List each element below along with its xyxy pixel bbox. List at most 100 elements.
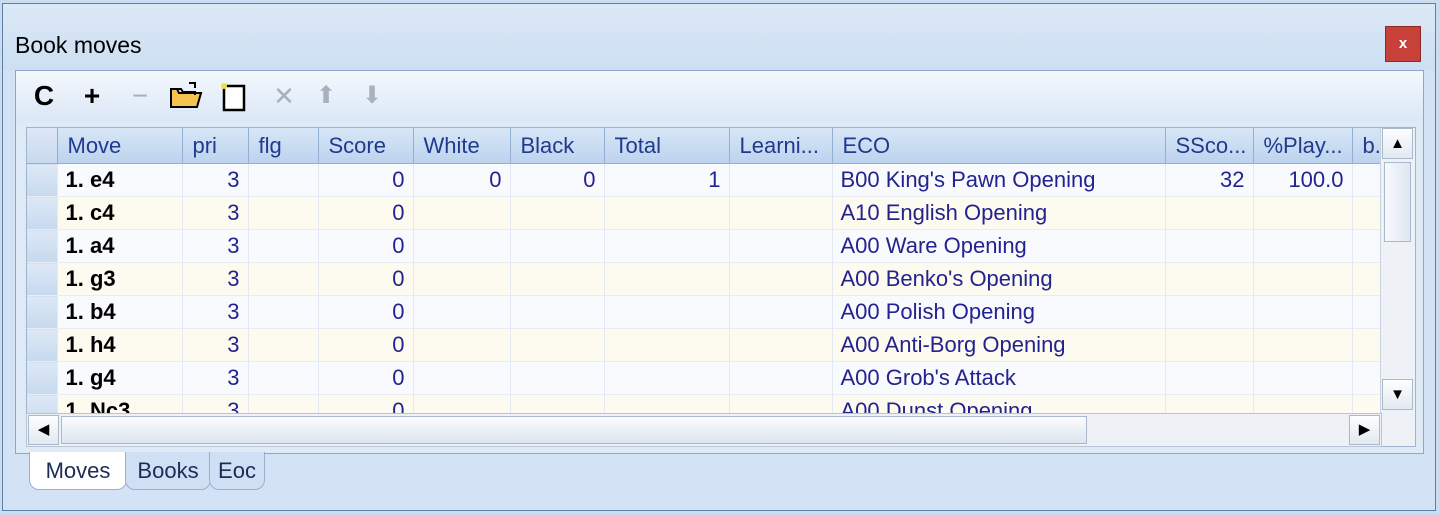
column-header-total[interactable]: Total: [604, 128, 730, 164]
cell-score: 0: [318, 328, 414, 362]
cell-played: 100.0: [1253, 163, 1353, 197]
cell-white: [413, 262, 511, 296]
column-header-pri[interactable]: pri: [182, 128, 249, 164]
open-button[interactable]: [168, 79, 204, 113]
book-moves-grid: Move pri flg Score White Black Total Lea…: [26, 127, 1416, 447]
column-header-move[interactable]: Move: [57, 128, 183, 164]
row-selector[interactable]: [27, 262, 58, 296]
cell-flg: [248, 295, 319, 329]
cell-eco: A00 Ware Opening: [832, 229, 1166, 263]
cell-learning: [729, 163, 833, 197]
tab-moves[interactable]: Moves: [29, 452, 127, 490]
column-header-white[interactable]: White: [413, 128, 511, 164]
vertical-scrollbar[interactable]: ▲ ▼: [1380, 128, 1415, 446]
column-header-sscore[interactable]: SSco...: [1165, 128, 1254, 164]
scroll-left-button[interactable]: ◀: [28, 415, 59, 445]
cell-learning: [729, 361, 833, 395]
cell-flg: [248, 262, 319, 296]
cell-white: [413, 229, 511, 263]
cell-sscore: [1165, 361, 1254, 395]
move-up-button[interactable]: ⬆: [308, 79, 344, 113]
cell-sscore: [1165, 295, 1254, 329]
column-header-black[interactable]: Black: [510, 128, 605, 164]
table-row[interactable]: 1. b430A00 Polish Opening:: [27, 295, 1395, 329]
horizontal-scrollbar[interactable]: ◀ ▶: [26, 413, 1382, 447]
cell-score: 0: [318, 262, 414, 296]
column-header-flg[interactable]: flg: [248, 128, 319, 164]
cell-eco: A00 Grob's Attack: [832, 361, 1166, 395]
cell-total: 1: [604, 163, 730, 197]
cell-total: [604, 262, 730, 296]
scroll-down-button[interactable]: ▼: [1382, 379, 1413, 410]
column-header-learning[interactable]: Learni...: [729, 128, 833, 164]
vertical-scroll-thumb[interactable]: [1384, 162, 1411, 242]
cell-black: [510, 196, 605, 230]
clear-button[interactable]: C: [26, 79, 62, 113]
table-row[interactable]: 1. a430A00 Ware Opening:: [27, 229, 1395, 263]
cell-flg: [248, 229, 319, 263]
cell-move: 1. b4: [57, 295, 183, 329]
row-selector[interactable]: [27, 361, 58, 395]
cell-total: [604, 295, 730, 329]
scroll-up-button[interactable]: ▲: [1382, 128, 1413, 159]
cell-white: [413, 295, 511, 329]
cell-played: [1253, 229, 1353, 263]
table-row[interactable]: 1. e4 3 0 0 0 1 B00 King's Pawn Opening 32 100.0: [27, 163, 1395, 197]
cell-eco: A00 Polish Opening: [832, 295, 1166, 329]
cell-played: [1253, 295, 1353, 329]
remove-button[interactable]: −: [122, 79, 158, 113]
cell-eco: A00 Benko's Opening: [832, 262, 1166, 296]
cell-move: 1. c4: [57, 196, 183, 230]
horizontal-scroll-thumb[interactable]: [61, 416, 1087, 444]
table-row[interactable]: 1. g330A00 Benko's Opening:: [27, 262, 1395, 296]
table-row[interactable]: 1. h430A00 Anti-Borg Opening:: [27, 328, 1395, 362]
cell-total: [604, 196, 730, 230]
close-button[interactable]: x: [1385, 26, 1421, 62]
table-row[interactable]: 1. g430A00 Grob's Attack:: [27, 361, 1395, 395]
tab-books[interactable]: Books: [125, 452, 211, 490]
cell-flg: [248, 163, 319, 197]
cell-white: [413, 361, 511, 395]
folder-open-icon: [170, 82, 203, 108]
row-selector[interactable]: [27, 196, 58, 230]
scroll-right-button[interactable]: ▶: [1349, 415, 1380, 445]
cell-flg: [248, 328, 319, 362]
row-selector[interactable]: [27, 229, 58, 263]
cell-white: 0: [413, 163, 511, 197]
tab-eoc[interactable]: Eoc: [209, 452, 265, 490]
cell-pri: 3: [182, 262, 249, 296]
cell-move: 1. e4: [57, 163, 183, 197]
move-down-button[interactable]: ⬇: [354, 79, 390, 113]
row-selector[interactable]: [27, 328, 58, 362]
cell-score: 0: [318, 361, 414, 395]
cell-sscore: [1165, 229, 1254, 263]
cell-black: [510, 295, 605, 329]
cell-played: [1253, 196, 1353, 230]
column-header-played[interactable]: %Play...: [1253, 128, 1353, 164]
column-header-eco[interactable]: ECO: [832, 128, 1166, 164]
add-button[interactable]: +: [74, 79, 110, 113]
delete-button[interactable]: ✕: [266, 79, 302, 113]
toolbar: C + − ✕ ⬆ ⬇: [16, 71, 1423, 121]
cell-sscore: [1165, 196, 1254, 230]
column-header-score[interactable]: Score: [318, 128, 414, 164]
table-row[interactable]: 1. c430A10 English Opening:: [27, 196, 1395, 230]
title-bar: Book moves x: [3, 4, 1435, 70]
cell-flg: [248, 361, 319, 395]
cell-sscore: [1165, 328, 1254, 362]
cell-pri: 3: [182, 328, 249, 362]
row-selector[interactable]: [27, 295, 58, 329]
cell-white: [413, 196, 511, 230]
cell-played: [1253, 361, 1353, 395]
row-selector-header: [27, 128, 58, 164]
cell-eco: A00 Anti-Borg Opening: [832, 328, 1166, 362]
row-selector[interactable]: [27, 163, 58, 197]
cell-move: 1. g4: [57, 361, 183, 395]
cell-total: [604, 229, 730, 263]
cell-learning: [729, 295, 833, 329]
cell-black: [510, 262, 605, 296]
cell-pri: 3: [182, 361, 249, 395]
new-button[interactable]: [216, 79, 252, 113]
cell-pri: 3: [182, 163, 249, 197]
cell-score: 0: [318, 196, 414, 230]
